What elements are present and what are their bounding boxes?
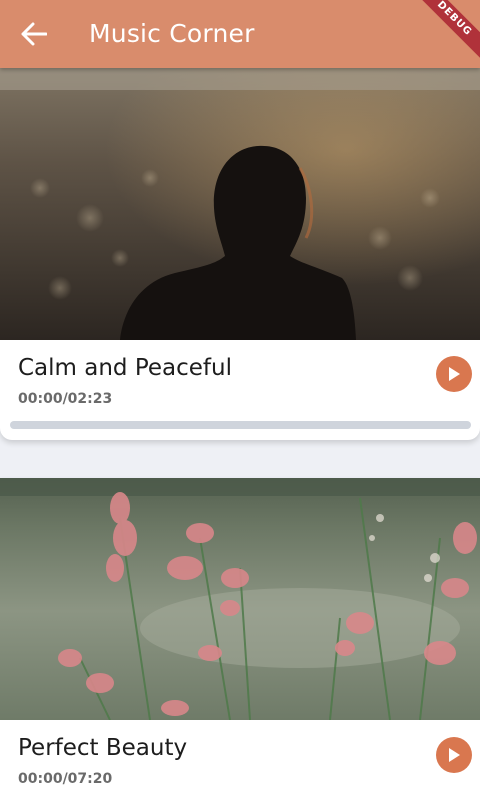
track-time: 00:00/02:23 <box>18 391 113 407</box>
track-time: 00:00/07:20 <box>18 771 113 787</box>
track-cover-image <box>0 68 480 340</box>
play-button[interactable] <box>436 356 472 392</box>
page-title: Music Corner <box>89 19 255 48</box>
back-button[interactable] <box>14 14 54 54</box>
track-title: Calm and Peaceful <box>18 355 232 381</box>
track-cover-image <box>0 478 480 720</box>
play-icon <box>449 367 460 381</box>
play-button[interactable] <box>436 737 472 773</box>
play-icon <box>449 748 460 762</box>
debug-banner: DEBUG <box>405 0 480 68</box>
arrow-back-icon <box>21 22 47 46</box>
progress-bar[interactable] <box>10 421 471 429</box>
track-title: Perfect Beauty <box>18 735 188 761</box>
track-list: Calm and Peaceful 00:00/02:23 Perfect Be… <box>0 68 480 796</box>
app-bar: Music Corner DEBUG <box>0 0 480 68</box>
track-card[interactable]: Calm and Peaceful 00:00/02:23 <box>0 68 480 440</box>
track-card[interactable]: Perfect Beauty 00:00/07:20 <box>0 478 480 796</box>
